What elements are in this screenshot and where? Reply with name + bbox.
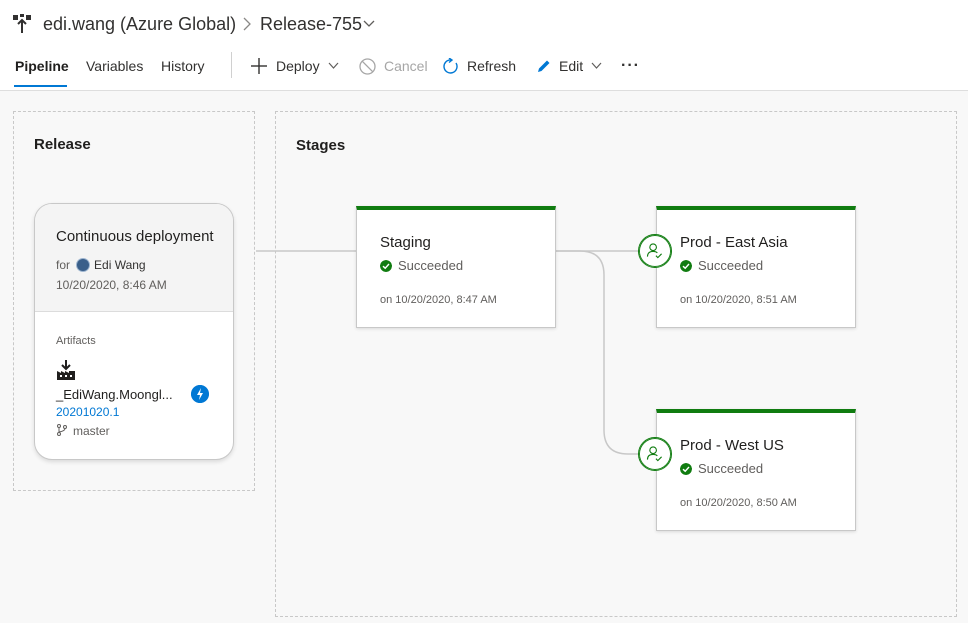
release-pipeline-icon: [13, 14, 31, 33]
stage-status: Succeeded: [680, 258, 763, 273]
stage-time: on 10/20/2020, 8:51 AM: [680, 294, 797, 306]
branch-icon: [57, 424, 67, 436]
deploy-label: Deploy: [276, 58, 320, 74]
avatar: [76, 258, 91, 272]
stage-status-label: Succeeded: [698, 461, 764, 476]
chevron-down-icon[interactable]: [363, 19, 375, 29]
artifact-name[interactable]: _EdiWang.Moongl...: [56, 387, 173, 402]
stage-name: Staging: [380, 234, 431, 251]
stage-status-label: Succeeded: [398, 258, 464, 273]
edit-button[interactable]: Edit: [536, 56, 602, 76]
artifact-branch: master: [73, 424, 110, 438]
lightning-icon: [191, 385, 209, 403]
approver-icon[interactable]: [638, 437, 672, 471]
stage-name: Prod - West US: [680, 437, 784, 454]
stage-card-staging[interactable]: Staging Succeeded on 10/20/2020, 8:47 AM: [356, 206, 556, 328]
stages-panel: [275, 111, 957, 617]
stage-name: Prod - East Asia: [680, 234, 788, 251]
refresh-icon: [443, 57, 458, 74]
stage-status-label: Succeeded: [698, 258, 764, 273]
edit-label: Edit: [559, 58, 584, 74]
check-icon: [680, 259, 692, 272]
cancel-button[interactable]: Cancel: [359, 56, 428, 76]
chevron-down-icon: [328, 62, 339, 69]
toolbar-divider: [231, 52, 232, 78]
artifact-version-link[interactable]: 20201020.1: [56, 405, 119, 419]
tab-history[interactable]: History: [161, 58, 205, 74]
approver-icon[interactable]: [638, 234, 672, 268]
cancel-label: Cancel: [384, 58, 428, 74]
active-tab-indicator: [14, 85, 67, 87]
project-breadcrumb[interactable]: edi.wang (Azure Global): [43, 14, 236, 35]
stage-status: Succeeded: [380, 258, 463, 273]
release-trigger: Continuous deployment: [56, 228, 214, 245]
stage-card-prod-west-us[interactable]: Prod - West US Succeeded on 10/20/2020, …: [656, 409, 856, 531]
cancel-icon: [359, 57, 376, 75]
more-icon[interactable]: ···: [621, 56, 640, 76]
check-icon: [380, 259, 392, 272]
artifacts-label: Artifacts: [56, 335, 96, 347]
refresh-label: Refresh: [467, 58, 517, 74]
artifact-icon: [57, 360, 75, 380]
for-label: for: [56, 258, 71, 272]
header: edi.wang (Azure Global) Release-755 Pipe…: [0, 0, 968, 91]
stage-time: on 10/20/2020, 8:47 AM: [380, 294, 497, 306]
requested-by-user[interactable]: Edi Wang: [94, 258, 146, 272]
release-card[interactable]: Continuous deployment for Edi Wang 10/20…: [34, 203, 234, 460]
tab-variables[interactable]: Variables: [86, 58, 143, 74]
check-icon: [680, 462, 692, 475]
stages-panel-title: Stages: [296, 137, 346, 154]
deploy-button[interactable]: Deploy: [250, 56, 339, 76]
release-title[interactable]: Release-755: [260, 14, 362, 35]
refresh-button[interactable]: Refresh: [443, 56, 516, 76]
tab-pipeline[interactable]: Pipeline: [15, 58, 69, 74]
stage-card-prod-east-asia[interactable]: Prod - East Asia Succeeded on 10/20/2020…: [656, 206, 856, 328]
stage-status: Succeeded: [680, 461, 763, 476]
chevron-down-icon: [591, 62, 602, 69]
chevron-right-icon: [243, 17, 251, 31]
plus-icon: [251, 58, 267, 74]
edit-icon: [538, 60, 550, 72]
stage-time: on 10/20/2020, 8:50 AM: [680, 497, 797, 509]
release-date: 10/20/2020, 8:46 AM: [56, 278, 167, 292]
release-panel-title: Release: [34, 136, 91, 153]
release-requested-for: for Edi Wang: [56, 258, 146, 272]
